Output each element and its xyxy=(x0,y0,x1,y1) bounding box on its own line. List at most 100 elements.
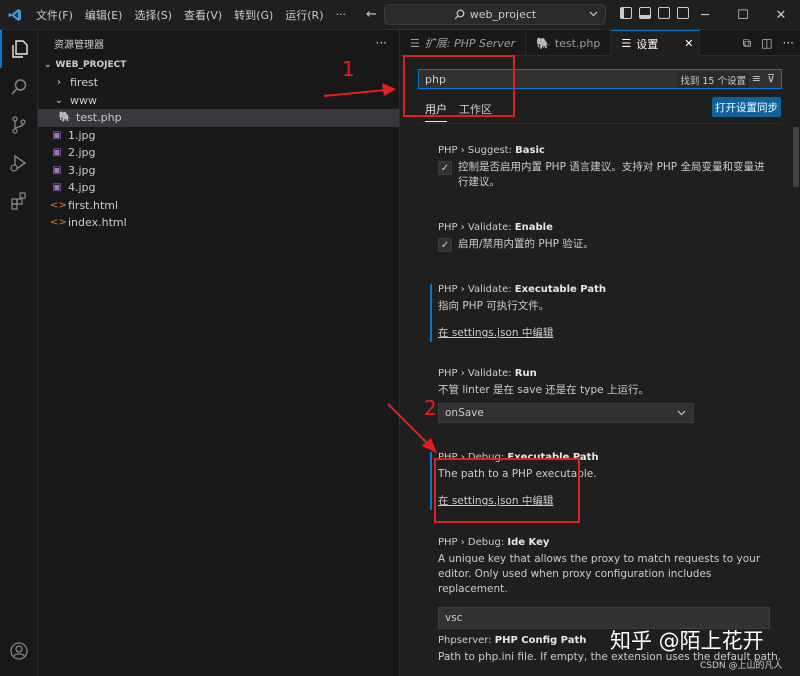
vscode-logo-icon xyxy=(0,0,30,30)
settings-editor: php 找到 15 个设置 ≡ ⊽ 用户 工作区 打开设置同步 PHP › Su… xyxy=(400,56,800,676)
tree-item-file[interactable]: ▣ 3.jpg xyxy=(38,162,399,180)
chevron-down-icon[interactable] xyxy=(588,8,599,19)
tab-php-server-extension[interactable]: ☰ 扩展: PHP Server xyxy=(400,30,526,56)
scrollbar-thumb[interactable] xyxy=(793,127,799,187)
tree-item-label: 1.jpg xyxy=(68,129,96,142)
divider xyxy=(418,123,782,124)
tree-item-label: 2.jpg xyxy=(68,146,96,159)
setting-description: 控制是否启用内置 PHP 语言建议。支持对 PHP 全局变量和变量进行建议。 xyxy=(458,160,770,190)
menu-view[interactable]: 查看(V) xyxy=(178,7,228,23)
tree-item-file[interactable]: 🐘 test.php xyxy=(38,109,399,127)
watermark-sub: CSDN @上山的凡人 xyxy=(700,658,783,671)
tree-item-label: first.html xyxy=(68,199,118,212)
project-name: WEB_PROJECT xyxy=(56,60,127,70)
activity-bar xyxy=(0,30,38,676)
image-file-icon: ▣ xyxy=(50,130,64,141)
tab-test-php[interactable]: 🐘 test.php xyxy=(526,30,611,56)
annotation-arrow-1 xyxy=(320,80,400,104)
menu-selection[interactable]: 选择(S) xyxy=(128,7,178,23)
edit-in-settings-json-link[interactable]: 在 settings.json 中编辑 xyxy=(438,325,553,340)
annotation-label-1: 1 xyxy=(342,57,355,81)
maximize-icon[interactable]: ☐ xyxy=(724,0,762,30)
select-value: onSave xyxy=(445,407,484,419)
setting-title: PHP › Validate: Enable xyxy=(438,222,770,233)
clear-filter-icon[interactable]: ≡ xyxy=(752,72,761,85)
tab-label: test.php xyxy=(555,37,601,50)
toggle-secondary-sidebar-icon[interactable] xyxy=(658,7,670,19)
menu-go[interactable]: 转到(G) xyxy=(228,7,279,23)
setting-description: 不管 linter 是在 save 还是在 type 上运行。 xyxy=(438,383,770,398)
scrollbar[interactable] xyxy=(792,124,800,676)
setting-php-suggest-basic: PHP › Suggest: Basic ✓ 控制是否启用内置 PHP 语言建议… xyxy=(430,145,770,190)
tree-item-label: test.php xyxy=(76,111,122,124)
html-file-icon: <> xyxy=(50,217,64,228)
explorer-sidebar: 资源管理器 ··· ⌄ WEB_PROJECT › firest ⌄ www 🐘… xyxy=(38,30,400,676)
editor-tabs: ☰ 扩展: PHP Server 🐘 test.php ☰ 设置 ✕ ⧉ ◫ ·… xyxy=(400,30,800,56)
setting-title: PHP › Debug: Ide Key xyxy=(438,537,770,548)
command-center[interactable]: web_project xyxy=(384,4,606,25)
account-icon[interactable] xyxy=(0,632,38,670)
run-debug-icon[interactable] xyxy=(0,144,38,182)
setting-php-validate-enable: PHP › Validate: Enable ✓ 启用/禁用内置的 PHP 验证… xyxy=(430,222,770,252)
php-icon: 🐘 xyxy=(536,37,550,50)
setting-php-debug-ide-key: PHP › Debug: Ide Key A unique key that a… xyxy=(430,537,770,629)
minimize-icon[interactable]: ─ xyxy=(686,0,724,30)
checkbox[interactable]: ✓ xyxy=(438,238,452,252)
explorer-title: 资源管理器 xyxy=(38,30,399,56)
validate-run-select[interactable]: onSave xyxy=(438,403,694,423)
close-icon[interactable]: ✕ xyxy=(762,0,800,30)
close-tab-icon[interactable]: ✕ xyxy=(684,37,693,50)
tree-item-file[interactable]: <> index.html xyxy=(38,214,399,232)
chevron-down-icon: ⌄ xyxy=(44,60,52,70)
chevron-down-icon xyxy=(676,407,687,418)
menu-edit[interactable]: 编辑(E) xyxy=(79,7,129,23)
tree-item-file[interactable]: ▣ 1.jpg xyxy=(38,127,399,145)
annotation-box-1 xyxy=(403,55,515,117)
source-control-icon[interactable] xyxy=(0,106,38,144)
setting-description: 启用/禁用内置的 PHP 验证。 xyxy=(458,237,594,252)
more-actions-icon[interactable]: ··· xyxy=(783,36,794,51)
explorer-icon[interactable] xyxy=(0,30,38,68)
search-result-count: 找到 15 个设置 xyxy=(677,72,749,88)
tree-item-file[interactable]: <> first.html xyxy=(38,197,399,215)
extensions-icon[interactable] xyxy=(0,182,38,220)
setting-description: 指向 PHP 可执行文件。 xyxy=(438,299,770,314)
tree-item-file[interactable]: ▣ 2.jpg xyxy=(38,144,399,162)
menu-file[interactable]: 文件(F) xyxy=(30,7,79,23)
title-bar: 文件(F) 编辑(E) 选择(S) 查看(V) 转到(G) 运行(R) ··· … xyxy=(0,0,800,30)
annotation-arrow-2 xyxy=(384,400,442,456)
tab-label: 扩展: PHP Server xyxy=(425,35,515,51)
command-center-label: web_project xyxy=(470,8,536,21)
setting-title: PHP › Suggest: Basic xyxy=(438,145,770,156)
menu-more[interactable]: ··· xyxy=(330,8,353,21)
filter-icon[interactable]: ⊽ xyxy=(767,72,775,85)
split-editor-icon[interactable]: ◫ xyxy=(761,36,772,51)
back-arrow-icon[interactable]: ← xyxy=(366,7,377,22)
annotation-box-2 xyxy=(434,458,580,523)
more-actions-icon[interactable]: ··· xyxy=(376,36,387,50)
tree-item-file[interactable]: ▣ 4.jpg xyxy=(38,179,399,197)
layout-controls xyxy=(620,7,689,19)
menu-bar: 文件(F) 编辑(E) 选择(S) 查看(V) 转到(G) 运行(R) ··· xyxy=(30,7,352,23)
settings-sync-button[interactable]: 打开设置同步 xyxy=(712,97,781,117)
tab-settings[interactable]: ☰ 设置 ✕ xyxy=(611,30,700,56)
watermark: 知乎 @陌上花开 xyxy=(610,625,764,655)
setting-php-validate-executable-path: PHP › Validate: Executable Path 指向 PHP 可… xyxy=(430,284,770,342)
tree-item-label: www xyxy=(70,94,97,107)
search-icon xyxy=(454,9,465,20)
toggle-panel-icon[interactable] xyxy=(639,7,651,19)
image-file-icon: ▣ xyxy=(50,165,64,176)
tree-item-label: 3.jpg xyxy=(68,164,96,177)
tab-label: 设置 xyxy=(636,36,658,52)
input-value: vsc xyxy=(445,612,462,624)
toggle-sidebar-icon[interactable] xyxy=(620,7,632,19)
tree-item-label: index.html xyxy=(68,216,127,229)
setting-description: A unique key that allows the proxy to ma… xyxy=(438,552,770,597)
extension-icon: ☰ xyxy=(410,37,420,50)
image-file-icon: ▣ xyxy=(50,147,64,158)
php-file-icon: 🐘 xyxy=(58,112,72,123)
checkbox[interactable]: ✓ xyxy=(438,161,452,175)
search-icon[interactable] xyxy=(0,68,38,106)
menu-run[interactable]: 运行(R) xyxy=(279,7,329,23)
open-settings-json-icon[interactable]: ⧉ xyxy=(743,36,752,51)
